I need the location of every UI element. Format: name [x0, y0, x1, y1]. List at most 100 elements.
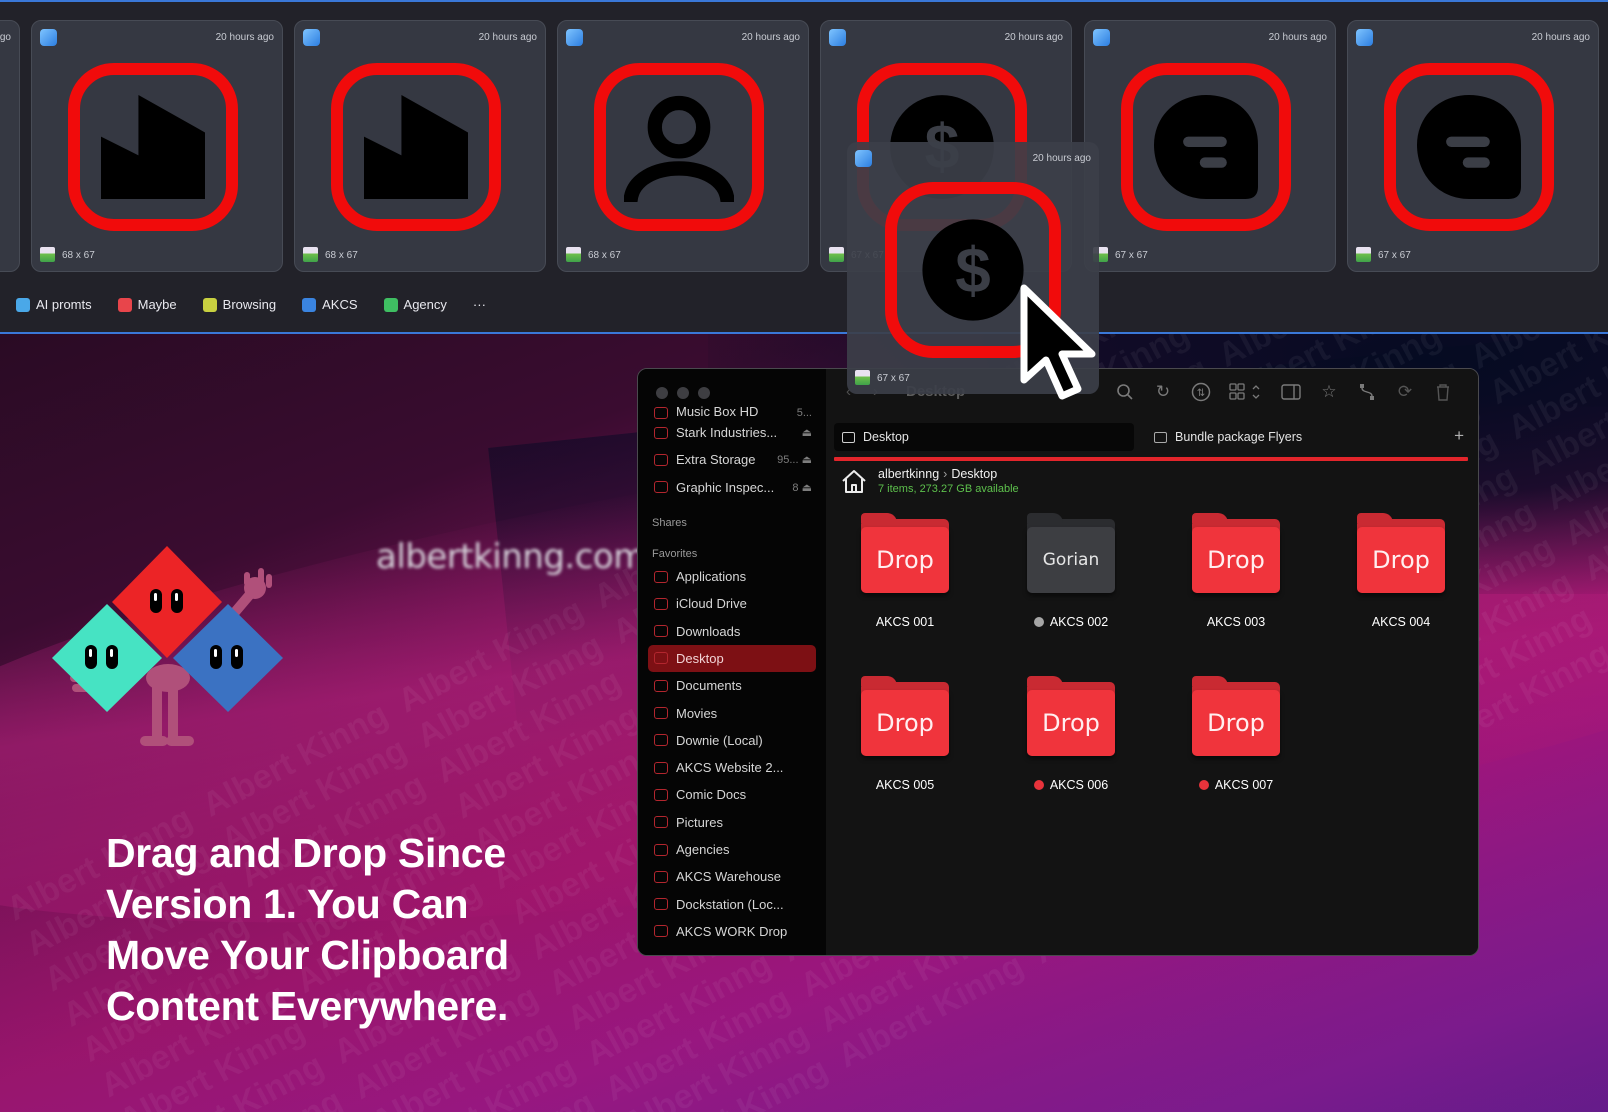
image-type-icon — [1356, 247, 1371, 262]
tab-bundle-package-flyers[interactable]: Bundle package Flyers — [1146, 423, 1302, 451]
trash-icon[interactable] — [1432, 381, 1454, 403]
sidebar-item-location[interactable]: Stark Industries... ⏏ — [648, 419, 816, 446]
mascot-illustration — [52, 546, 283, 746]
sidebar-item-documents[interactable]: Documents — [648, 672, 816, 699]
sidebar-item-comic-docs[interactable]: Comic Docs — [648, 781, 816, 808]
folder-name: AKCS 001 — [875, 615, 935, 629]
tag-label: Browsing — [222, 297, 277, 312]
folder-icon — [654, 788, 668, 801]
clipboard-card-partial[interactable]: ago — [0, 20, 20, 272]
folder-icon: Drop — [1357, 513, 1445, 595]
sidebar-item-desktop[interactable]: Desktop — [648, 644, 816, 673]
folder-item[interactable]: Drop AKCS 006 — [996, 676, 1146, 792]
folder-face-label: Drop — [861, 690, 949, 756]
sidebar-item-dockstation-loc[interactable]: Dockstation (Loc... — [648, 890, 816, 917]
film-icon — [654, 707, 668, 720]
folder-icon: Gorian — [1027, 513, 1115, 595]
sidebar-item-label: Dockstation (Loc... — [676, 896, 784, 912]
sidebar-item-downloads[interactable]: Downloads — [648, 617, 816, 644]
sync-icon[interactable]: ⟳ — [1394, 381, 1416, 403]
connect-path-icon[interactable] — [1356, 381, 1378, 403]
zoom-window-button[interactable] — [698, 387, 710, 399]
pinboard-tag[interactable]: AKCS — [302, 297, 358, 312]
more-tags-button[interactable]: ··· — [473, 297, 486, 312]
sidebar-item-location[interactable]: Extra Storage 95... ⏏ — [648, 446, 816, 473]
card-time: ago — [0, 32, 11, 43]
headline-line: Move Your Clipboard — [106, 932, 509, 978]
clipboard-card[interactable]: 20 hours ago 68 x 67 — [294, 20, 546, 272]
card-dimensions: 67 x 67 — [1115, 250, 1148, 261]
agencies-icon — [654, 843, 668, 856]
sidebar-item-location[interactable]: Music Box HD 5... — [648, 405, 816, 419]
blogger-icon — [1121, 63, 1291, 231]
cap-icon — [302, 297, 317, 312]
folder-face-label: Drop — [1357, 527, 1445, 593]
new-tab-button[interactable]: + — [1454, 426, 1464, 446]
affinity-designer-icon — [829, 29, 846, 46]
pinboard-tag[interactable]: Maybe — [117, 297, 177, 312]
sidebar-item-downie-local[interactable]: Downie (Local) — [648, 727, 816, 754]
search-icon[interactable] — [1114, 381, 1136, 403]
cloud-icon — [654, 597, 668, 610]
pinboard-tag[interactable]: Browsing — [202, 297, 277, 312]
eject-icon[interactable]: 95... ⏏ — [777, 453, 816, 466]
tab-desktop[interactable]: Desktop — [834, 423, 1134, 451]
sidebar-item-label: Agencies — [676, 842, 730, 857]
sidebar-item-akcs-website-2[interactable]: AKCS Website 2... — [648, 754, 816, 781]
view-grid-icon[interactable] — [1228, 381, 1264, 403]
sidebar-item-akcs-work-drop[interactable]: AKCS WORK Drop — [648, 918, 816, 945]
refresh-icon[interactable]: ↻ — [1152, 381, 1174, 403]
folder-item[interactable]: Drop AKCS 005 — [830, 676, 980, 792]
factory-icon — [331, 63, 501, 231]
preview-pane-icon[interactable] — [1280, 381, 1302, 403]
tab-bar: Desktop Bundle package Flyers + — [834, 423, 1468, 451]
folder-item[interactable]: Drop AKCS 001 — [830, 513, 980, 629]
desktop-icon — [842, 431, 855, 443]
breadcrumb-user[interactable]: albertkinng — [878, 467, 939, 481]
clipboard-card[interactable]: 20 hours ago 68 x 67 — [31, 20, 283, 272]
sidebar-item-label: Stark Industries... — [676, 425, 778, 441]
card-dimensions: 67 x 67 — [1378, 250, 1411, 261]
folder-item[interactable]: Gorian AKCS 002 — [996, 513, 1146, 629]
sidebar-item-pictures[interactable]: Pictures — [648, 809, 816, 836]
clipboard-card[interactable]: 20 hours ago 67 x 67 — [1084, 20, 1336, 272]
eject-icon[interactable]: 8 ⏏ — [792, 481, 816, 494]
close-window-button[interactable] — [656, 387, 668, 399]
tag-label: Maybe — [137, 297, 177, 312]
sidebar-item-movies[interactable]: Movies — [648, 699, 816, 726]
folder-item[interactable]: Drop AKCS 007 — [1161, 676, 1311, 792]
card-dimensions: 68 x 67 — [62, 250, 95, 261]
eject-icon[interactable]: ⏏ — [802, 426, 816, 439]
drive-icon — [654, 453, 668, 466]
favorite-star-icon[interactable]: ☆ — [1318, 381, 1340, 403]
sidebar-item-location[interactable]: Graphic Inspec... 8 ⏏ — [648, 474, 816, 501]
sidebar-item-agencies[interactable]: Agencies — [648, 836, 816, 863]
document-icon — [654, 679, 668, 692]
clipboard-card[interactable]: 20 hours ago 67 x 67 — [1347, 20, 1599, 272]
eject-icon[interactable]: 5... — [797, 407, 816, 419]
sidebar-item-akcs-warehouse[interactable]: AKCS Warehouse — [648, 863, 816, 890]
minimize-window-button[interactable] — [677, 387, 689, 399]
folder-icon — [1154, 431, 1167, 443]
image-type-icon — [829, 247, 844, 262]
card-time: 20 hours ago — [1268, 32, 1327, 43]
sidebar-item-label: AKCS WORK Drop — [676, 923, 788, 939]
folder-item[interactable]: Drop AKCS 004 — [1326, 513, 1476, 629]
pinboard-tag[interactable]: Agency — [383, 297, 447, 312]
folder-icon — [654, 761, 668, 774]
sidebar-item-icloud-drive[interactable]: iCloud Drive — [648, 590, 816, 617]
sidebar-item-label: iCloud Drive — [676, 596, 747, 612]
affinity-designer-icon — [40, 29, 57, 46]
sidebar-item-label: Extra Storage — [676, 452, 756, 468]
user-icon — [594, 63, 764, 231]
clipboard-card[interactable]: 20 hours ago 68 x 67 — [557, 20, 809, 272]
svg-text:⇅: ⇅ — [1197, 388, 1205, 399]
folder-item[interactable]: Drop AKCS 003 — [1161, 513, 1311, 629]
sidebar-item-applications[interactable]: Applications — [648, 563, 816, 590]
pictures-icon — [654, 816, 668, 829]
status-available-space: 7 items, 273.27 GB available — [878, 483, 1019, 495]
pinboard-tag[interactable]: AI promts — [16, 297, 92, 312]
home-icon[interactable] — [840, 467, 868, 495]
sort-icon[interactable]: ⇅ — [1190, 381, 1212, 403]
breadcrumb-folder[interactable]: Desktop — [951, 467, 997, 481]
